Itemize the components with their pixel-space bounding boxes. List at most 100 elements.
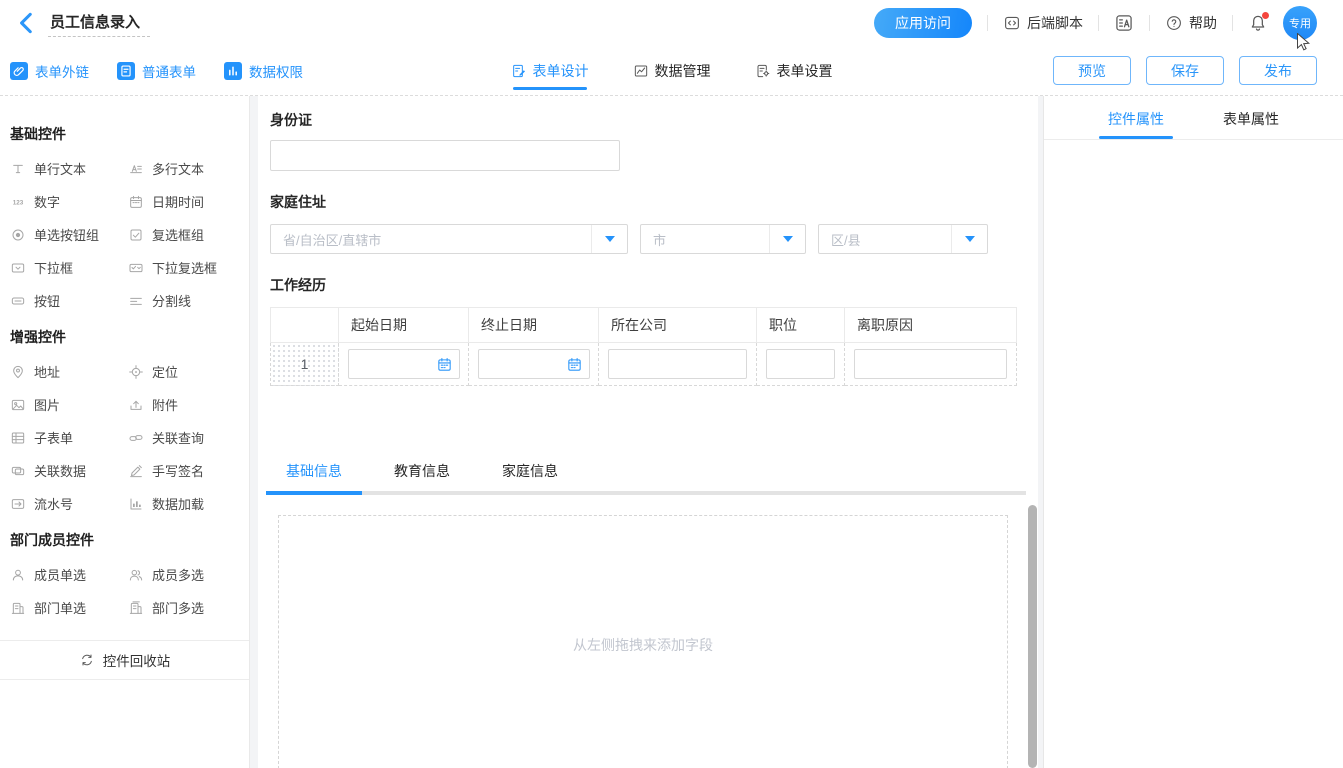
sidebar-item-datetime[interactable]: 日期时间 [128,185,246,218]
document-icon [117,62,135,80]
company-input[interactable] [608,349,747,379]
sidebar-item-checkbox-group[interactable]: 复选框组 [128,218,246,251]
avatar[interactable]: 专用 [1283,6,1317,40]
sidebar-item-radio-group[interactable]: 单选按钮组 [10,218,128,251]
canvas-tab-basic-info[interactable]: 基础信息 [266,452,362,491]
sidebar-item-label: 成员多选 [152,565,204,584]
panel-tab-widget-props[interactable]: 控件属性 [1079,96,1194,139]
dropdown-icon [10,260,26,276]
data-manage-icon [633,63,649,79]
reason-input[interactable] [854,349,1007,379]
linked-data-icon [10,463,26,479]
sidebar-item-label: 定位 [152,362,178,381]
sidebar-item-label: 手写签名 [152,461,204,480]
sidebar-groups: 基础控件单行文本多行文本123数字日期时间单选按钮组复选框组下拉框下拉复选框按钮… [0,124,249,624]
canvas-tab-family-info[interactable]: 家庭信息 [482,452,578,491]
sidebar-item-signature[interactable]: 手写签名 [128,454,246,487]
canvas-dropzone[interactable]: 从左侧拖拽来添加字段 [278,515,1008,768]
tab-label: 表单设计 [533,61,589,81]
tab-form-design[interactable]: 表单设计 [511,46,589,95]
toolbar-item-normal-form[interactable]: 普通表单 [117,61,196,81]
field-label: 身份证 [270,110,1026,130]
sidebar-item-label: 部门多选 [152,598,204,617]
toolbar-item-form-external-link[interactable]: 表单外链 [10,61,89,81]
end-date-picker[interactable] [478,349,590,379]
canvas-scrollbar[interactable] [1028,505,1037,768]
sidebar-item-label: 多行文本 [152,159,204,178]
sidebar-item-multi-line-text[interactable]: 多行文本 [128,152,246,185]
id-card-input[interactable] [270,140,620,171]
canvas-tab-education-info[interactable]: 教育信息 [374,452,470,491]
notification-button[interactable] [1248,13,1268,33]
sidebar-item-serial-number[interactable]: 流水号 [10,487,128,520]
sidebar-item-linked-query[interactable]: 关联查询 [128,421,246,454]
svg-text:123: 123 [13,199,24,206]
sidebar-group: 基础控件单行文本多行文本123数字日期时间单选按钮组复选框组下拉框下拉复选框按钮… [0,124,249,317]
back-button[interactable] [14,10,40,36]
calendar-icon[interactable] [566,356,583,373]
sidebar-item-label: 附件 [152,395,178,414]
calendar-icon[interactable] [436,356,453,373]
city-select[interactable]: 市 [640,224,806,254]
start-date-cell [339,343,469,386]
preview-button[interactable]: 预览 [1053,56,1131,85]
sidebar-group-grid: 单行文本 多行文本 123数字 日期时间单选按钮组复选框组下拉框下拉复选框按钮 分割线 [10,152,249,317]
field-home-address[interactable]: 家庭住址 省/自治区/直辖市 市 区/县 [270,192,1026,254]
topbar: 员工信息录入 应用访问 后端脚本 帮助 专用 [0,0,1343,46]
position-cell [757,343,845,386]
sidebar-item-image[interactable]: 图片 [10,388,128,421]
sidebar-item-member-single[interactable]: 成员单选 [10,558,128,591]
start-date-picker[interactable] [348,349,460,379]
reason-cell [845,343,1017,386]
sidebar-item-dropdown[interactable]: 下拉框 [10,251,128,284]
sidebar-item-dept-multi[interactable]: 部门多选 [128,591,246,624]
row-index-cell[interactable]: 1 [271,343,339,386]
widget-sidebar: 基础控件单行文本多行文本123数字日期时间单选按钮组复选框组下拉框下拉复选框按钮… [0,96,250,768]
form-design-icon [511,63,527,79]
district-select[interactable]: 区/县 [818,224,988,254]
sidebar-item-attachment[interactable]: 附件 [128,388,246,421]
field-work-experience[interactable]: 工作经历 起始日期终止日期所在公司职位离职原因 1 [270,275,1026,386]
app-access-button[interactable]: 应用访问 [874,8,972,38]
sidebar-item-label: 日期时间 [152,192,204,211]
sidebar-item-subform[interactable]: 子表单 [10,421,128,454]
sidebar-item-dept-single[interactable]: 部门单选 [10,591,128,624]
save-button[interactable]: 保存 [1146,56,1224,85]
widget-recycle-bin[interactable]: 控件回收站 [0,640,249,680]
tab-form-settings[interactable]: 表单设置 [755,46,833,95]
sidebar-item-member-multi[interactable]: 成员多选 [128,558,246,591]
dropdown-arrow-icon [769,225,805,253]
toolbar-item-data-permission[interactable]: 数据权限 [224,61,303,81]
sidebar-item-label: 部门单选 [34,598,86,617]
sidebar-item-locate[interactable]: 定位 [128,355,246,388]
sidebar-item-linked-data[interactable]: 关联数据 [10,454,128,487]
tab-data-manage[interactable]: 数据管理 [633,46,711,95]
form-designer-app: 员工信息录入 应用访问 后端脚本 帮助 专用 表单外链 普通表单 数据权限 [0,0,1343,768]
tab-label: 数据管理 [655,61,711,81]
sidebar-group-grid: 成员单选 成员多选部门单选 部门多选 [10,558,249,624]
separator [987,15,988,31]
sidebar-item-data-load[interactable]: 数据加载 [128,487,246,520]
province-select[interactable]: 省/自治区/直辖市 [270,224,628,254]
sidebar-item-address[interactable]: 地址 [10,355,128,388]
sidebar-item-single-line-text[interactable]: 单行文本 [10,152,128,185]
publish-button[interactable]: 发布 [1239,56,1317,85]
sidebar-item-dropdown-multi[interactable]: 下拉复选框 [128,251,246,284]
sidebar-item-button[interactable]: 按钮 [10,284,128,317]
backend-script-button[interactable]: 后端脚本 [1003,13,1083,33]
multi-line-text-icon [128,161,144,177]
sidebar-item-number[interactable]: 123数字 [10,185,128,218]
select-placeholder: 区/县 [819,230,951,249]
position-input[interactable] [766,349,835,379]
sidebar-item-divider[interactable]: 分割线 [128,284,246,317]
sidebar-item-label: 数据加载 [152,494,204,513]
toolbar-item-label: 普通表单 [142,61,196,81]
help-button[interactable]: 帮助 [1165,13,1217,33]
field-id-card[interactable]: 身份证 [270,110,1026,171]
form-canvas: 身份证 家庭住址 省/自治区/直辖市 市 区/县 [258,96,1038,768]
panel-tab-form-props[interactable]: 表单属性 [1194,96,1309,139]
page-title[interactable]: 员工信息录入 [48,9,150,37]
sidebar-item-label: 分割线 [152,291,191,310]
sidebar-item-label: 地址 [34,362,60,381]
language-icon[interactable] [1114,13,1134,33]
